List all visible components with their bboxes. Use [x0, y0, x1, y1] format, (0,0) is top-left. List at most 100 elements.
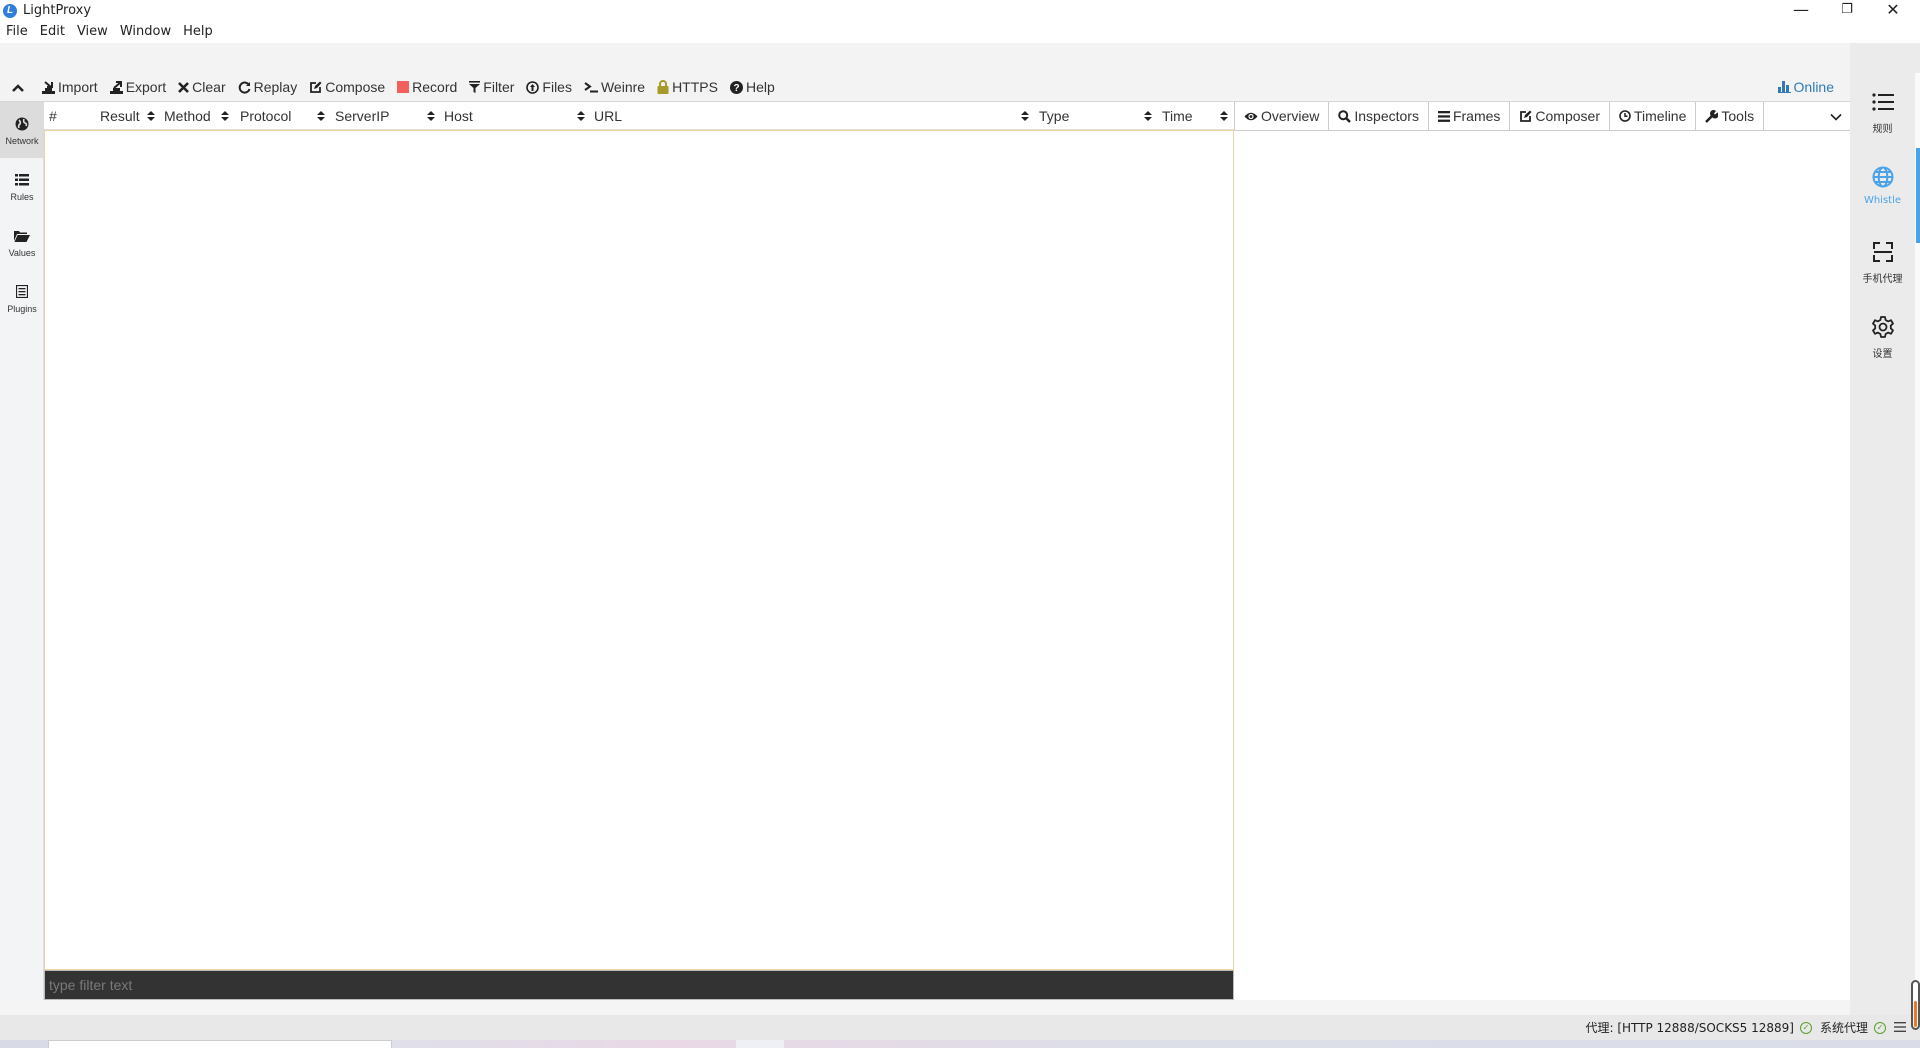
sidebar-item-values[interactable]: Values — [0, 214, 44, 270]
list-icon — [15, 171, 29, 189]
gear-icon — [1871, 313, 1894, 341]
scan-icon — [1872, 238, 1893, 266]
menu-help[interactable]: Help — [177, 22, 219, 39]
https-button[interactable]: HTTPS — [651, 73, 724, 101]
right-sidebar-item-mobile-proxy[interactable]: 手机代理 — [1850, 238, 1915, 302]
window-title: LightProxy — [23, 3, 92, 18]
svg-text:?: ? — [733, 83, 739, 94]
tab-tools[interactable]: Tools — [1696, 102, 1765, 130]
help-icon: ? — [729, 80, 743, 94]
sort-icon[interactable] — [147, 102, 155, 130]
wrench-icon — [1705, 109, 1719, 123]
right-sidebar-item-settings[interactable]: 设置 — [1850, 313, 1915, 377]
import-icon — [42, 80, 55, 94]
globe-icon — [1872, 163, 1894, 191]
plugin-list-icon — [16, 283, 28, 301]
files-button[interactable]: Files — [520, 73, 578, 101]
column-header-time[interactable]: Time — [1162, 102, 1193, 130]
tab-frames[interactable]: Frames — [1429, 102, 1511, 130]
weinre-button[interactable]: Weinre — [578, 73, 651, 101]
menu-edit[interactable]: Edit — [34, 22, 71, 39]
export-button[interactable]: Export — [104, 73, 172, 101]
filter-input[interactable] — [45, 971, 1233, 999]
menu-view[interactable]: View — [71, 22, 114, 39]
column-header-type[interactable]: Type — [1039, 102, 1069, 130]
chevron-up-icon — [12, 79, 24, 95]
network-panel: # Result Method Protocol ServerIP Host U… — [44, 102, 1234, 1000]
clear-button[interactable]: Clear — [172, 73, 231, 101]
replay-label: Replay — [253, 79, 298, 95]
sidebar-label-values: Values — [8, 247, 36, 258]
tab-inspectors-label: Inspectors — [1354, 108, 1419, 124]
right-sidebar: 规则 Whistle 手机代理 设置 — [1850, 43, 1920, 1015]
edit-icon — [309, 81, 322, 94]
bars-icon — [1437, 110, 1450, 122]
sort-icon[interactable] — [221, 102, 229, 130]
online-label: Online — [1793, 79, 1834, 95]
check-circle-icon: ✓ — [1799, 1021, 1812, 1034]
tab-timeline[interactable]: Timeline — [1610, 102, 1697, 130]
network-request-list[interactable] — [44, 130, 1234, 970]
menu-file[interactable]: File — [0, 22, 34, 39]
restore-button[interactable]: ❐ — [1824, 0, 1870, 22]
toolbar-spacer — [0, 43, 1850, 73]
sort-icon[interactable] — [577, 102, 585, 130]
online-button[interactable]: Online — [1772, 73, 1840, 101]
tab-timeline-label: Timeline — [1634, 108, 1687, 124]
menu-window[interactable]: Window — [114, 22, 177, 39]
title-bar: L LightProxy — ❐ ✕ — [0, 0, 1920, 22]
import-button[interactable]: Import — [36, 73, 104, 101]
sidebar-item-network[interactable]: Network — [0, 102, 44, 158]
app-logo-icon: L — [3, 4, 17, 18]
column-header-protocol[interactable]: Protocol — [240, 102, 291, 130]
filter-label: Filter — [483, 79, 515, 95]
column-header-result[interactable]: Result — [100, 102, 140, 130]
clock-icon — [1619, 110, 1631, 122]
sort-icon[interactable] — [1021, 102, 1029, 130]
network-table-header: # Result Method Protocol ServerIP Host U… — [44, 102, 1234, 130]
chevron-down-icon — [1830, 108, 1842, 124]
column-header-method[interactable]: Method — [164, 102, 211, 130]
more-tabs-dropdown[interactable] — [1764, 102, 1850, 130]
sort-icon[interactable] — [1144, 102, 1152, 130]
status-menu-icon[interactable] — [1894, 1021, 1906, 1035]
tab-inspectors[interactable]: Inspectors — [1329, 102, 1429, 130]
right-sidebar-item-whistle[interactable]: Whistle — [1850, 163, 1915, 227]
taskbar-tile[interactable] — [736, 1040, 784, 1048]
sidebar-item-plugins[interactable]: Plugins — [0, 270, 44, 326]
menu-bar: File Edit View Window Help — [0, 22, 1920, 43]
close-button[interactable]: ✕ — [1870, 0, 1916, 22]
tab-overview[interactable]: Overview — [1235, 102, 1330, 130]
record-button[interactable]: Record — [391, 73, 463, 101]
edit-icon — [1519, 110, 1532, 123]
column-header-url[interactable]: URL — [594, 102, 622, 130]
column-header-serverip[interactable]: ServerIP — [335, 102, 389, 130]
active-indicator — [1916, 148, 1920, 243]
taskbar-window-thumbnail[interactable] — [48, 1040, 392, 1048]
status-bar: 代理: [HTTP 12888/SOCKS5 12889] ✓ 系统代理 ✓ — [0, 1015, 1920, 1040]
sort-icon[interactable] — [317, 102, 325, 130]
sort-icon[interactable] — [427, 102, 435, 130]
column-header-host[interactable]: Host — [444, 102, 473, 130]
tab-composer[interactable]: Composer — [1510, 102, 1610, 130]
sort-icon[interactable] — [1220, 102, 1228, 130]
sidebar-item-rules[interactable]: Rules — [0, 158, 44, 214]
globe-icon — [15, 115, 29, 133]
collapse-toolbar-button[interactable] — [0, 73, 36, 101]
list-icon — [1871, 88, 1894, 116]
filter-button[interactable]: Filter — [463, 73, 520, 101]
replay-button[interactable]: Replay — [232, 73, 304, 101]
help-button[interactable]: ? Help — [724, 73, 781, 101]
right-sidebar-item-rules[interactable]: 规则 — [1850, 88, 1915, 152]
minimize-button[interactable]: — — [1778, 0, 1824, 22]
terminal-icon — [584, 81, 598, 93]
bar-chart-icon — [1777, 81, 1791, 93]
level-gauge-fill — [1914, 1001, 1917, 1027]
tab-tools-label: Tools — [1721, 108, 1755, 124]
column-header-index[interactable]: # — [49, 102, 57, 130]
level-gauge — [1911, 980, 1920, 1030]
refresh-icon — [238, 81, 251, 94]
sidebar-label-rules: Rules — [10, 191, 34, 202]
compose-button[interactable]: Compose — [303, 73, 391, 101]
record-icon — [397, 81, 410, 93]
